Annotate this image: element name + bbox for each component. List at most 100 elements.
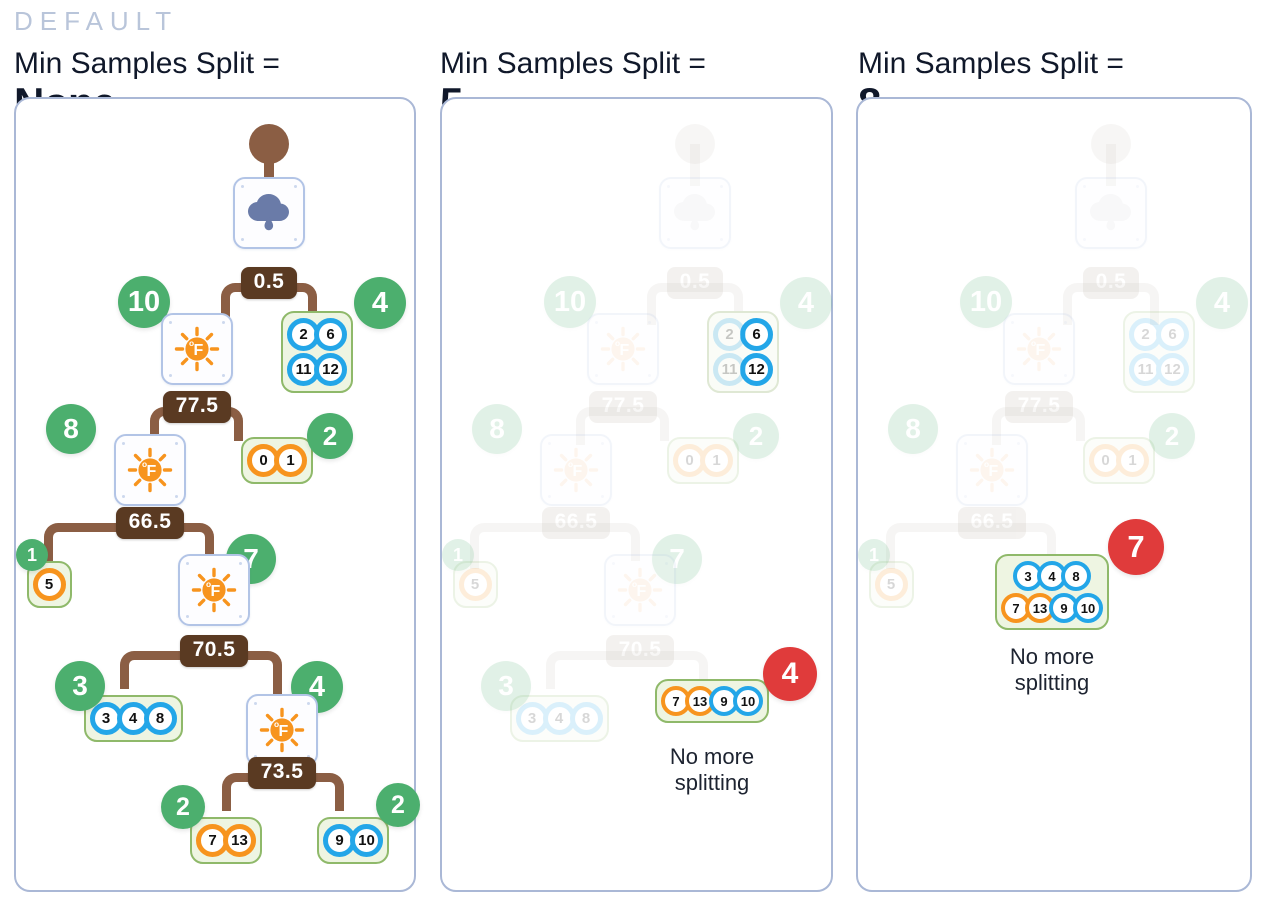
leaf-row: 11 12	[1129, 353, 1189, 386]
sample-chip: 5	[32, 568, 66, 601]
svg-text:F: F	[279, 723, 289, 740]
leaf-row: 7 13 9 10	[1001, 593, 1103, 623]
leaf-row: 348	[1013, 561, 1091, 591]
no-more-splitting-caption: No more splitting	[1009, 644, 1095, 695]
temperature-fahrenheit-sun-icon: oF	[191, 567, 237, 613]
svg-text:F: F	[637, 583, 647, 600]
temperature-fahrenheit-sun-icon: oF	[969, 447, 1015, 493]
decision-node-sun: oF	[178, 554, 250, 626]
count-badge: 1	[16, 539, 48, 571]
panel-min-samples-split-8: 0.5 10 o F 2 6 11 12 4 77.5 8 o F 0 1 2 66.5 5 1 3 4 8 7 13 9 10 7…	[856, 97, 1252, 892]
leaf-node-L_0_1: 01	[241, 437, 313, 484]
svg-text:F: F	[147, 463, 157, 480]
decision-node-sun: oF	[161, 313, 233, 385]
decision-node-sun: oF	[1003, 313, 1075, 385]
sample-chip: 5	[874, 568, 908, 601]
leaf-node-L_2_6_11_12: 2 6 11 12	[707, 311, 779, 393]
svg-text:F: F	[211, 583, 221, 600]
sample-chip: 5	[458, 568, 492, 601]
split-value-pill: 73.5	[247, 757, 317, 789]
temperature-fahrenheit-sun-icon: oF	[1016, 326, 1062, 372]
panel-heading-3-title: Min Samples Split =	[858, 47, 1124, 80]
leaf-row: 26	[713, 318, 773, 351]
sample-chip: 11	[713, 353, 746, 386]
sample-chip: 6	[1156, 318, 1189, 351]
sample-chip: 8	[569, 702, 603, 735]
split-value-pill: 70.5	[179, 635, 249, 667]
leaf-row: 26	[287, 318, 347, 351]
leaf-row: 01	[673, 444, 733, 477]
leaf-row: 7 13	[196, 824, 256, 857]
panel-min-samples-split-none: 0.5 10 o F 2 6 11 12 4 77.5 8 o F 0 1 2 66.5 5 1 7 o F 70.5 3 4 8…	[14, 97, 420, 892]
leaf-node-L_2_6_11_12: 2 6 11 12	[1123, 311, 1195, 393]
leaf-node-L_0_1: 01	[1083, 437, 1155, 484]
split-value-pill: 77.5	[162, 391, 232, 423]
temperature-fahrenheit-sun-icon: oF	[174, 326, 220, 372]
sample-chip: 12	[1156, 353, 1189, 386]
decision-node-rain	[233, 177, 305, 249]
temperature-fahrenheit-sun-icon: oF	[553, 447, 599, 493]
leaf-node-stop-leaf: 7 13 9 10	[655, 679, 769, 723]
count-badge: 2	[733, 413, 779, 459]
decision-node-sun: oF	[246, 694, 318, 766]
split-value-pill: 70.5	[605, 635, 675, 667]
count-badge: 8	[472, 404, 522, 454]
rain-cloud-icon	[674, 194, 715, 231]
rain-cloud-icon	[248, 194, 289, 231]
count-badge: 2	[307, 413, 353, 459]
panel-min-samples-split-5: 0.5 10 o F 2 6 11 12 4 77.5 8 o F 0 1 2 66.5 5 1 7 o F 70.5 3 4 8…	[440, 97, 833, 892]
count-badge: 3	[481, 661, 531, 711]
leaf-row: 11 12	[287, 353, 347, 386]
sample-chip: 1	[274, 444, 307, 477]
leaf-row: 26	[1129, 318, 1189, 351]
leaf-node-L_9_10: 9 10	[317, 817, 389, 864]
panel-heading-1-title: Min Samples Split =	[14, 47, 280, 80]
sample-chip: 2	[713, 318, 746, 351]
count-badge: 8	[46, 404, 96, 454]
count-badge: 2	[376, 783, 420, 827]
sample-chip: 1	[1116, 444, 1149, 477]
sample-chip: 8	[143, 702, 177, 735]
decision-node-sun: oF	[604, 554, 676, 626]
count-badge: 1	[858, 539, 890, 571]
count-badge: 3	[55, 661, 105, 711]
svg-text:F: F	[1036, 342, 1046, 359]
default-label: DEFAULT	[14, 6, 179, 36]
sample-chip: 10	[350, 824, 383, 857]
tree-stage-1: 0.5 10 o F 2 6 11 12 4 77.5 8 o F 0 1 2 66.5 5 1 7 o F 70.5 3 4 8…	[16, 99, 420, 890]
panel-heading-2-title: Min Samples Split =	[440, 47, 706, 80]
decision-node-sun: oF	[114, 434, 186, 506]
temperature-fahrenheit-sun-icon: oF	[127, 447, 173, 493]
decision-node-sun: oF	[540, 434, 612, 506]
count-badge: 8	[888, 404, 938, 454]
decision-node-rain	[1075, 177, 1147, 249]
leaf-row: 11 12	[713, 353, 773, 386]
svg-text:F: F	[989, 463, 999, 480]
split-value-pill: 77.5	[588, 391, 658, 423]
split-value-pill: 77.5	[1004, 391, 1074, 423]
rain-cloud-icon	[1090, 194, 1131, 231]
leaf-row: 9 10	[323, 824, 383, 857]
temperature-fahrenheit-sun-icon: oF	[259, 707, 305, 753]
leaf-row: 348	[515, 702, 603, 735]
count-badge: 2	[161, 785, 205, 829]
temperature-fahrenheit-sun-icon: oF	[617, 567, 663, 613]
count-badge: 4	[763, 647, 817, 701]
svg-text:F: F	[573, 463, 583, 480]
temperature-fahrenheit-sun-icon: oF	[600, 326, 646, 372]
decision-node-sun: oF	[587, 313, 659, 385]
split-value-pill: 0.5	[1082, 267, 1140, 299]
leaf-row: 5	[874, 568, 908, 601]
count-badge: 4	[1196, 277, 1248, 329]
count-badge: 1	[442, 539, 474, 571]
decision-node-sun: oF	[956, 434, 1028, 506]
svg-text:F: F	[194, 342, 204, 359]
count-badge: 7	[1108, 519, 1164, 575]
leaf-node-L_7_13: 7 13	[190, 817, 262, 864]
leaf-node-L_2_6_11_12: 2 6 11 12	[281, 311, 353, 393]
leaf-row: 5	[32, 568, 66, 601]
split-value-pill: 0.5	[666, 267, 724, 299]
svg-text:F: F	[620, 342, 630, 359]
leaf-row: 01	[247, 444, 307, 477]
tree-stage-3: 0.5 10 o F 2 6 11 12 4 77.5 8 o F 0 1 2 66.5 5 1 3 4 8 7 13 9 10 7…	[858, 99, 1250, 890]
